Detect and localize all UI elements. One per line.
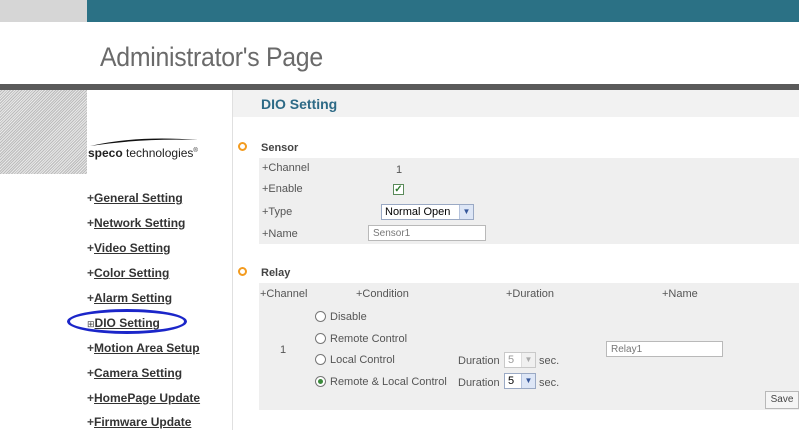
sensor-name-input[interactable] [368, 225, 486, 241]
speco-logo: speco technologies® [88, 137, 208, 165]
logo-suffix: technologies [126, 146, 194, 160]
remote-local-duration-label: Duration [458, 377, 500, 389]
relay-option-remote-local-label: Remote & Local Control [330, 376, 447, 388]
header-band [87, 0, 799, 22]
logo-brand: speco [88, 146, 123, 160]
sensor-name-label: +Name [262, 228, 298, 240]
logo-registered-mark: ® [193, 148, 198, 154]
remote-local-duration-select[interactable]: 5 ▼ [504, 373, 536, 389]
sidebar-item-alarm-setting[interactable]: +Alarm Setting [87, 291, 172, 305]
relay-option-remote-radio[interactable] [315, 333, 326, 344]
sidebar-item-general-setting[interactable]: +General Setting [87, 191, 183, 205]
sensor-type-label: +Type [262, 206, 293, 218]
chevron-down-icon: ▼ [521, 353, 535, 367]
highlight-ellipse [67, 309, 187, 334]
sidebar-item-video-setting[interactable]: +Video Setting [87, 241, 170, 255]
section-heading: DIO Setting [261, 96, 338, 112]
local-duration-label: Duration [458, 355, 500, 367]
sensor-bullet-icon [238, 142, 247, 151]
chevron-down-icon: ▼ [521, 374, 535, 388]
sidebar-item-homepage-update[interactable]: +HomePage Update [87, 391, 200, 405]
relay-option-local-label: Local Control [330, 354, 395, 366]
sensor-channel-label: +Channel [262, 162, 310, 174]
remote-local-duration-unit: sec. [539, 377, 560, 389]
sidebar-item-network-setting[interactable]: +Network Setting [87, 216, 185, 230]
sensor-channel-value: 1 [396, 164, 403, 176]
relay-option-local-radio[interactable] [315, 354, 326, 365]
relay-title: Relay [261, 267, 291, 279]
sidebar-item-firmware-update[interactable]: +Firmware Update [87, 415, 191, 429]
header-corner [0, 0, 87, 22]
relay-option-disable-label: Disable [330, 311, 367, 323]
relay-option-remote-local-radio[interactable] [315, 376, 326, 387]
sidebar-item-color-setting[interactable]: +Color Setting [87, 266, 169, 280]
sensor-enable-label: +Enable [262, 183, 303, 195]
sensor-panel [259, 158, 799, 244]
sensor-enable-checkbox[interactable]: ✓ [393, 184, 404, 195]
sidebar-divider [232, 90, 233, 430]
sensor-type-select[interactable]: Normal Open ▼ [381, 204, 474, 220]
relay-name-input[interactable] [606, 341, 723, 357]
relay-option-remote-label: Remote Control [330, 333, 408, 345]
relay-col-condition: +Condition [356, 288, 409, 300]
local-duration-unit: sec. [539, 355, 560, 367]
relay-col-duration: +Duration [506, 288, 555, 300]
relay-col-name: +Name [662, 288, 698, 300]
local-duration-select[interactable]: 5 ▼ [504, 352, 536, 368]
relay-channel-value: 1 [280, 344, 287, 356]
relay-option-disable-radio[interactable] [315, 311, 326, 322]
save-button[interactable]: Save [765, 391, 799, 409]
sidebar-item-motion-area-setup[interactable]: +Motion Area Setup [87, 341, 200, 355]
relay-bullet-icon [238, 267, 247, 276]
sensor-title: Sensor [261, 142, 299, 154]
relay-col-channel: +Channel [260, 288, 308, 300]
page-title: Administrator's Page [100, 42, 323, 72]
chevron-down-icon: ▼ [459, 205, 473, 219]
hatched-corner-pattern [0, 90, 87, 174]
sidebar-item-camera-setting[interactable]: +Camera Setting [87, 366, 182, 380]
